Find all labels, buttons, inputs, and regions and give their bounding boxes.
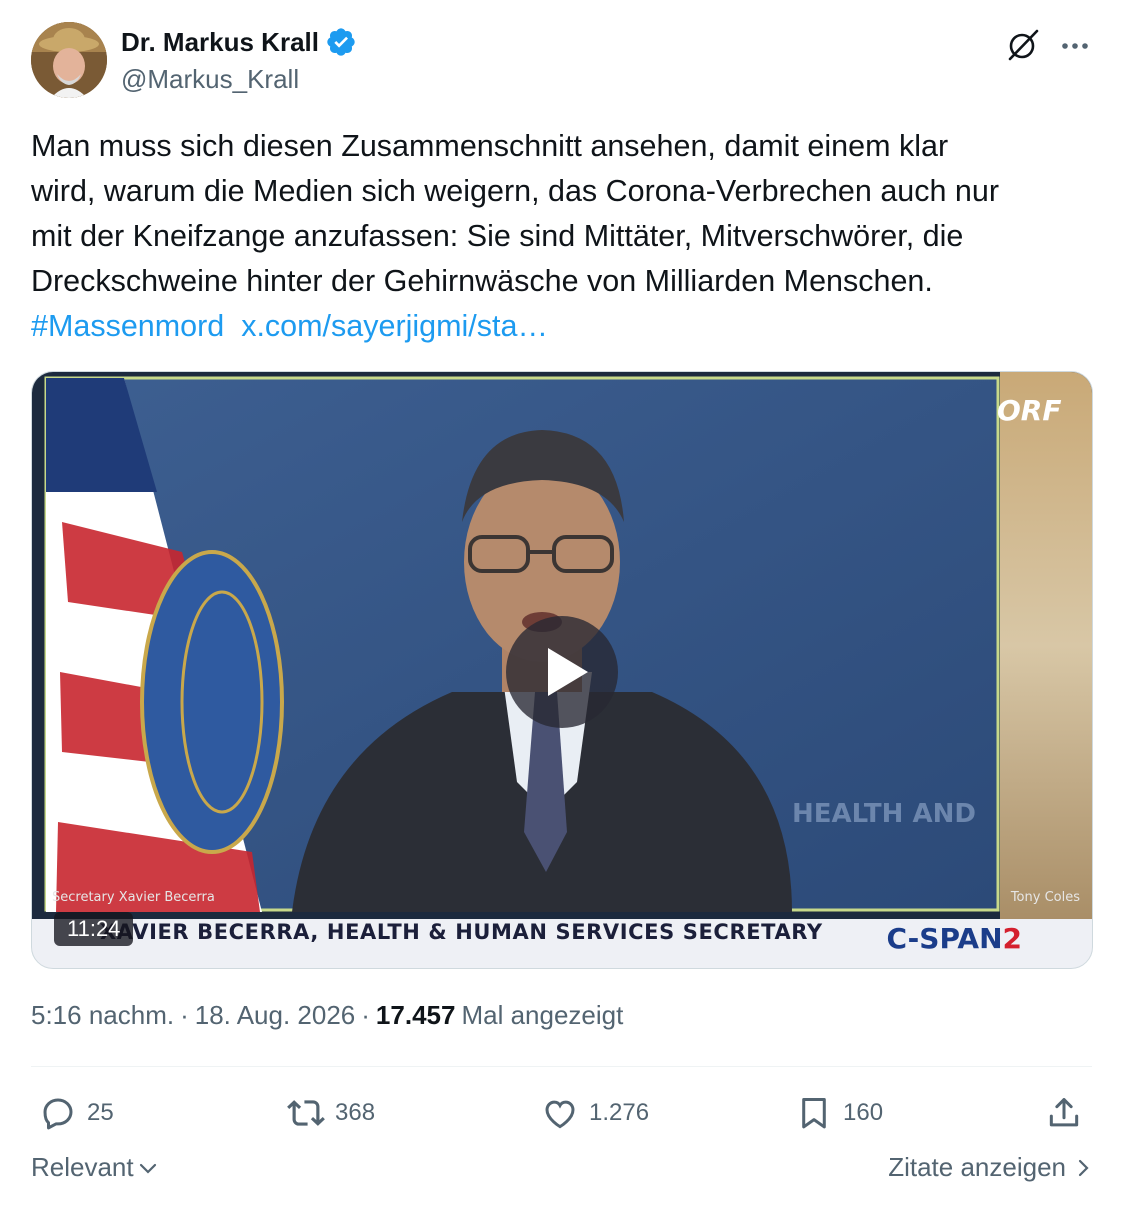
tweet-header: Dr. Markus Krall @Markus_Krall <box>31 22 1092 100</box>
network-logo-main: C-SPAN <box>886 922 1003 955</box>
share-button[interactable] <box>1045 1090 1083 1136</box>
video-player[interactable]: HEALTH AND ORF Secretary Xavier Becerra … <box>31 371 1093 969</box>
chevron-right-icon <box>1078 1159 1089 1176</box>
divider <box>31 1066 1092 1067</box>
reply-icon <box>43 1098 73 1130</box>
chevron-down-icon <box>139 1163 156 1174</box>
grok-icon[interactable] <box>1006 28 1040 62</box>
tweet-text: Man muss sich diesen Zusammenschnitt ans… <box>31 124 1093 349</box>
action-bar: 25 368 1.276 160 <box>31 1090 1093 1136</box>
repost-button[interactable]: 368 <box>287 1090 375 1136</box>
corner-text: ORF <box>997 394 1062 427</box>
tweet-footer: Relevant Zitate anzeigen <box>31 1152 1092 1192</box>
lower-right-label: Tony Coles <box>1010 890 1080 905</box>
sort-label: Relevant <box>31 1152 134 1182</box>
lower-left-label: Secretary Xavier Becerra <box>52 890 215 905</box>
like-count: 1.276 <box>589 1099 650 1126</box>
repost-icon <box>287 1100 325 1126</box>
tweet-meta: 5:16 nachm. · 18. Aug. 2026 · 17.457 Mal… <box>31 1000 623 1031</box>
backdrop-text: HEALTH AND <box>792 799 976 829</box>
tweet-text-line: Dreckschweine hinter der Gehirnwäsche vo… <box>31 264 933 298</box>
author-name[interactable]: Dr. Markus Krall <box>121 27 319 58</box>
reply-button[interactable]: 25 <box>39 1090 114 1136</box>
url-link[interactable]: x.com/sayerjigmi/sta… <box>241 309 548 343</box>
view-quotes-link[interactable]: Zitate anzeigen <box>888 1152 1092 1183</box>
reply-count: 25 <box>87 1099 114 1126</box>
chyron-text: XAVIER BECERRA, HEALTH & HUMAN SERVICES … <box>100 920 823 944</box>
share-icon <box>1049 1098 1079 1127</box>
sort-dropdown[interactable]: Relevant <box>31 1152 158 1183</box>
network-logo: C-SPAN2 <box>886 922 1022 955</box>
bookmark-icon <box>802 1098 826 1129</box>
author-handle[interactable]: @Markus_Krall <box>121 64 299 95</box>
quotes-label: Zitate anzeigen <box>888 1152 1066 1182</box>
tweet-links-line: #Massenmord x.com/sayerjigmi/sta… <box>31 304 1093 349</box>
like-button[interactable]: 1.276 <box>541 1090 649 1136</box>
author-name-row: Dr. Markus Krall <box>121 26 357 58</box>
views-count: 17.457 <box>375 1000 456 1030</box>
meta-separator: · <box>361 1000 370 1030</box>
meta-separator: · <box>180 1000 189 1030</box>
avatar[interactable] <box>31 22 107 98</box>
play-button[interactable] <box>506 616 618 728</box>
tweet-text-line: mit der Kneifzange anzufassen: Sie sind … <box>31 219 964 253</box>
tweet-text-line: Man muss sich diesen Zusammenschnitt ans… <box>31 129 949 163</box>
verified-badge-icon[interactable] <box>325 26 357 58</box>
network-logo-suffix: 2 <box>1002 922 1022 955</box>
tweet-date[interactable]: 18. Aug. 2026 <box>195 1000 355 1031</box>
play-icon <box>548 648 588 696</box>
video-duration: 11:24 <box>54 912 134 946</box>
bookmark-count: 160 <box>843 1099 884 1126</box>
bookmark-button[interactable]: 160 <box>795 1090 883 1136</box>
tweet-text-line: wird, warum die Medien sich weigern, das… <box>31 174 1000 208</box>
tweet-time[interactable]: 5:16 nachm. <box>31 1000 174 1031</box>
repost-count: 368 <box>335 1099 376 1126</box>
views-label: Mal angezeigt <box>461 1000 624 1030</box>
heart-icon <box>545 1100 575 1129</box>
more-icon[interactable] <box>1058 32 1092 60</box>
hashtag-link[interactable]: #Massenmord <box>31 309 224 343</box>
